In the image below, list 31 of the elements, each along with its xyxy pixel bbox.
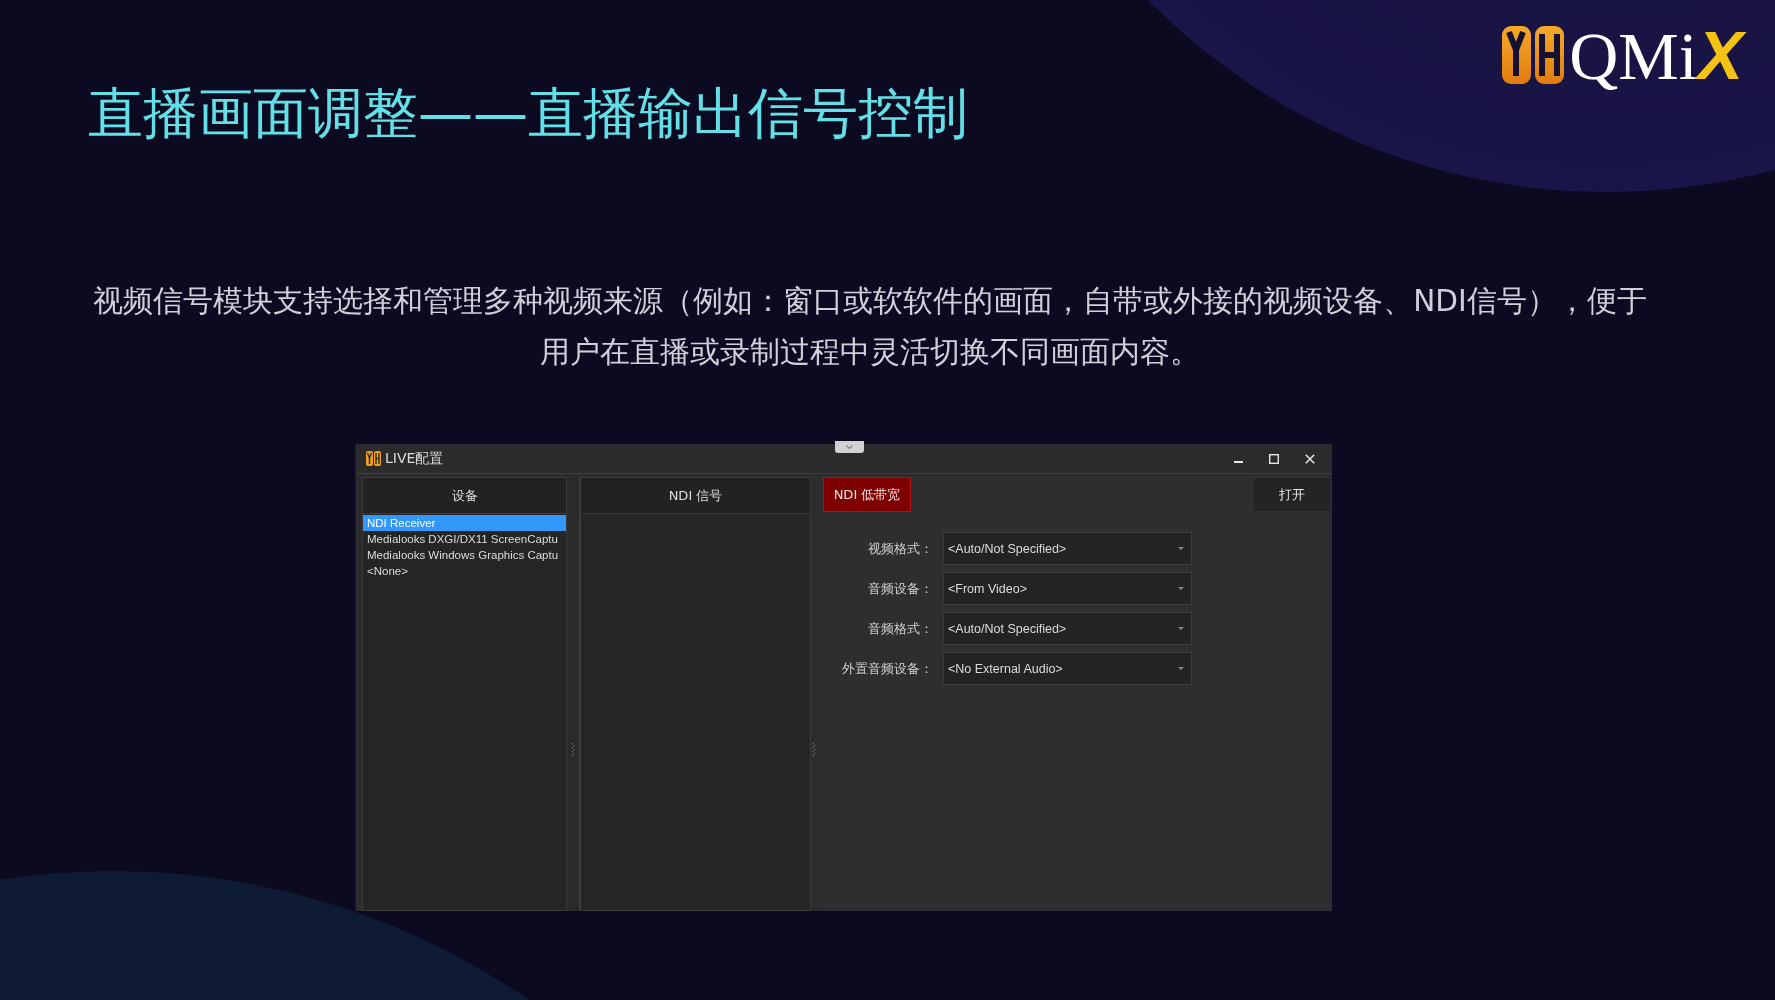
dropdown[interactable]: <Auto/Not Specified> — [943, 532, 1192, 565]
maximize-icon — [1269, 453, 1279, 464]
field-label: 外置音频设备： — [842, 659, 933, 678]
description-text: 视频信号模块支持选择和管理多种视频来源（例如：窗口或软软件的画面，自带或外接的视频设备、NDI信号），便于 用户在直播或录制过程中灵活切换不同画面内容。 — [92, 283, 1648, 371]
dropdown[interactable]: <From Video> — [943, 572, 1192, 605]
window-title: LIVE配置 — [385, 449, 444, 468]
open-button[interactable]: 打开 — [1252, 477, 1332, 512]
list-item[interactable]: Medialooks DXGI/DX11 ScreenCaptu — [363, 531, 566, 547]
field-label: 视频格式： — [868, 539, 933, 558]
chevron-down-icon — [846, 445, 853, 449]
minimize-icon — [1233, 460, 1243, 463]
collapse-handle[interactable] — [835, 441, 864, 453]
grip-icon — [571, 743, 575, 757]
slide-title: 直播画面调整——直播输出信号控制 — [88, 80, 968, 147]
field-label: 音频格式： — [868, 619, 933, 638]
dropdown[interactable]: <Auto/Not Specified> — [943, 612, 1192, 645]
dropdown[interactable]: <No External Audio> — [943, 652, 1192, 685]
panel-header: NDI 信号 — [581, 478, 810, 514]
app-logo-icon — [366, 451, 381, 466]
field-label: 音频设备： — [868, 579, 933, 598]
logo-mark-icon — [1502, 26, 1565, 84]
list-item[interactable]: Medialooks Windows Graphics Captu — [363, 547, 566, 563]
caret-icon — [1178, 627, 1184, 630]
grip-icon — [812, 743, 816, 757]
caret-icon — [1178, 587, 1184, 590]
close-icon — [1305, 453, 1315, 464]
list-item[interactable]: <None> — [363, 563, 566, 579]
caret-icon — [1178, 667, 1184, 670]
caret-icon — [1178, 547, 1184, 550]
low-bandwidth-toggle[interactable]: NDI 低带宽 — [823, 477, 911, 512]
panel-header: 设备 — [363, 478, 566, 514]
